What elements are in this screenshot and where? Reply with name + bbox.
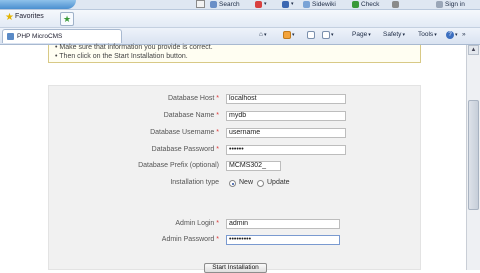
installation-type-label: Installation type — [170, 179, 219, 186]
info-line-1: • Make sure that information you provide… — [55, 44, 213, 51]
safety-menu-label: Safety — [383, 31, 402, 38]
chevron-down-icon: ▾ — [455, 32, 458, 38]
tab-title: PHP MicroCMS — [17, 33, 63, 40]
db-host-field[interactable]: localhost — [226, 94, 346, 104]
safety-menu[interactable]: Safety ▾ — [383, 31, 405, 38]
toolbar-signin-button[interactable]: Sign in — [436, 0, 465, 8]
db-host-label-text: Database Host — [168, 95, 215, 102]
chevron-down-icon: ▾ — [368, 31, 371, 38]
required-mark: * — [216, 220, 219, 227]
tools-menu-label: Tools — [418, 31, 434, 38]
install-new-radio[interactable] — [229, 180, 236, 187]
db-username-label-text: Database Username — [150, 129, 215, 136]
more-button[interactable]: » — [462, 31, 466, 38]
required-mark: * — [216, 146, 219, 153]
db-password-label: Database Password * — [99, 146, 219, 153]
admin-password-label-text: Admin Password — [161, 236, 215, 243]
feeds-button[interactable]: ▾ — [283, 31, 295, 39]
admin-login-label-text: Admin Login — [175, 220, 215, 227]
sidewiki-icon — [303, 0, 310, 8]
favorites-star-icon[interactable]: ★ — [5, 13, 15, 23]
page-menu-label: Page — [352, 31, 368, 38]
popup-blocker-icon — [255, 0, 262, 8]
share-icon — [282, 0, 289, 8]
required-mark: * — [216, 236, 219, 243]
check-icon — [352, 0, 359, 8]
vertical-scrollbar[interactable]: ▲ — [466, 45, 480, 270]
admin-password-field[interactable]: ••••••••• — [226, 235, 340, 245]
admin-login-field[interactable]: admin — [226, 219, 340, 229]
db-host-label: Database Host * — [99, 95, 219, 102]
search-icon — [210, 0, 217, 8]
toolbar-search-button[interactable]: Search — [210, 0, 240, 8]
chevron-down-icon: ▾ — [402, 31, 405, 38]
db-name-label: Database Name * — [99, 112, 219, 119]
db-username-field[interactable]: username — [226, 128, 346, 138]
help-button[interactable]: ? ▾ — [446, 31, 458, 39]
db-name-label-text: Database Name — [163, 112, 215, 119]
chevron-right-double-icon: » — [462, 31, 466, 38]
admin-password-label: Admin Password * — [99, 236, 219, 243]
chevron-down-icon: ▾ — [434, 31, 437, 38]
home-icon: ⌂ — [259, 31, 263, 38]
print-button[interactable]: ▾ — [322, 31, 334, 39]
toolbar-signin-label: Sign in — [445, 0, 465, 8]
info-line-2: • Then click on the Start Installation b… — [55, 53, 188, 60]
toolbar-check-label: Check — [361, 0, 380, 8]
page-icon — [7, 33, 14, 40]
db-name-field[interactable]: mydb — [226, 111, 346, 121]
required-mark: * — [216, 129, 219, 136]
start-installation-button[interactable]: Start Installation — [204, 263, 267, 273]
toolbar-wrench-button[interactable] — [392, 0, 399, 8]
db-password-label-text: Database Password — [151, 146, 215, 153]
toolbar-logo — [0, 0, 76, 9]
db-username-label: Database Username * — [99, 129, 219, 136]
toolbar-blocker-button[interactable]: ▾ — [255, 0, 267, 8]
toolbar-sidewiki-label: Sidewiki — [312, 0, 336, 8]
chevron-down-icon: ▾ — [292, 32, 295, 38]
home-button[interactable]: ⌂ ▾ — [259, 31, 266, 38]
required-mark: * — [216, 95, 219, 102]
db-password-field[interactable]: •••••• — [226, 145, 346, 155]
toolbar-share-button[interactable]: ▾ — [282, 0, 294, 8]
install-new-label[interactable]: New — [239, 179, 253, 186]
mail-icon — [307, 31, 315, 39]
mail-button[interactable] — [307, 31, 315, 39]
chevron-down-icon: ▾ — [264, 1, 267, 7]
favorites-bar: ★ Favorites ★ — [0, 10, 480, 28]
feeds-icon — [283, 31, 291, 39]
tab-php-microcms[interactable]: PHP MicroCMS — [2, 29, 122, 43]
install-update-radio[interactable] — [257, 180, 264, 187]
chevron-down-icon: ▾ — [331, 32, 334, 38]
db-prefix-field[interactable]: MCMS302_ — [226, 161, 281, 171]
print-icon — [322, 31, 330, 39]
db-prefix-label: Database Prefix (optional) — [138, 162, 219, 169]
admin-login-label: Admin Login * — [99, 220, 219, 227]
install-update-label[interactable]: Update — [267, 179, 290, 186]
favorites-label[interactable]: Favorites — [15, 13, 44, 20]
top-toolbar: Search ▾ ▾ Sidewiki Check Sign in — [0, 0, 480, 10]
command-bar: PHP MicroCMS ⌂ ▾ ▾ ▾ Page ▾ Safety ▾ Tools ▾… — [0, 28, 480, 45]
scroll-thumb[interactable] — [468, 100, 479, 210]
info-box: • Make sure that information you provide… — [48, 44, 421, 63]
tools-menu[interactable]: Tools ▾ — [418, 31, 437, 38]
toolbar-square-icon[interactable] — [196, 0, 205, 8]
toolbar-sidewiki-button[interactable]: Sidewiki — [303, 0, 336, 8]
wrench-icon — [392, 0, 399, 8]
page-menu[interactable]: Page ▾ — [352, 31, 371, 38]
toolbar-check-button[interactable]: Check — [352, 0, 379, 8]
chevron-down-icon: ▾ — [263, 31, 267, 38]
required-mark: * — [216, 112, 219, 119]
scroll-up-arrow-icon[interactable]: ▲ — [468, 45, 479, 55]
help-icon: ? — [446, 31, 454, 39]
add-favorite-icon[interactable]: ★ — [60, 12, 74, 26]
toolbar-search-label: Search — [219, 0, 240, 8]
user-icon — [436, 0, 443, 8]
chevron-down-icon: ▾ — [291, 1, 294, 7]
